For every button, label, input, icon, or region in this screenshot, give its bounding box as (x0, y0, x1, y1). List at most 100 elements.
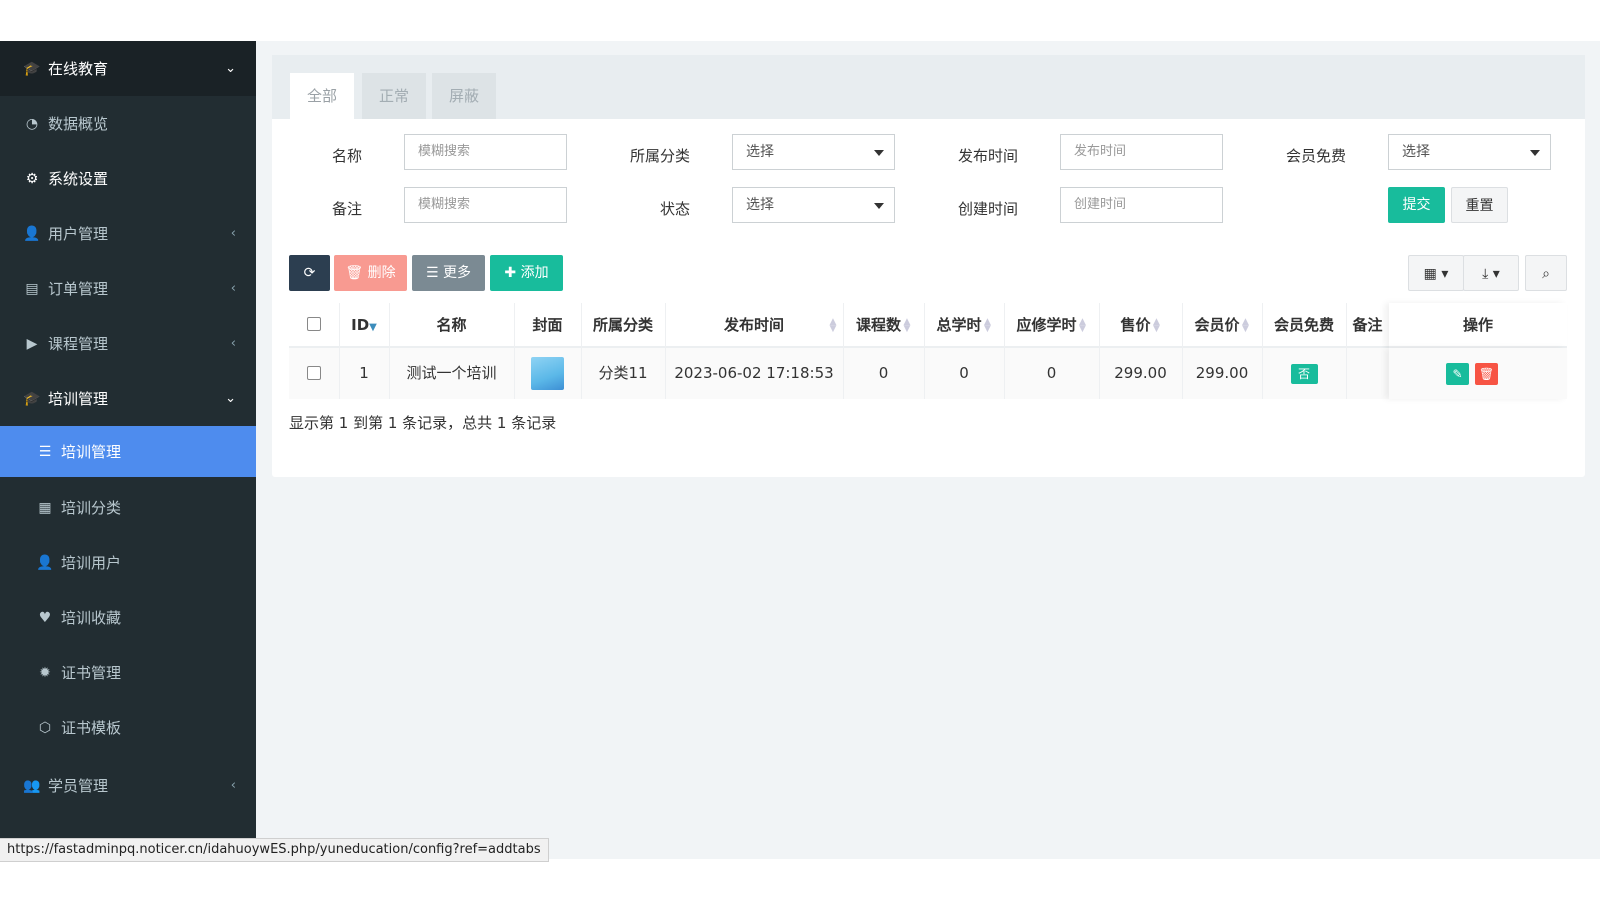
category-select[interactable]: 选择 (732, 134, 895, 170)
graduation-icon: 🎓 (23, 60, 41, 77)
submit-button[interactable]: 提交 (1388, 187, 1445, 223)
add-label: 添加 (520, 265, 549, 281)
member-free-select-value: 选择 (1402, 144, 1430, 160)
trash-icon: 🗑 (345, 265, 364, 281)
sidebar-item-course-management[interactable]: ▶ 课程管理 ‹ (0, 316, 256, 371)
reset-button[interactable]: 重置 (1451, 187, 1508, 223)
sidebar-item-training-group[interactable]: 🎓 培训管理 ⌄ (0, 371, 256, 426)
created-time-label: 创建时间 (957, 200, 1018, 218)
header-id[interactable]: ID▼ (339, 303, 389, 348)
tab-blocked[interactable]: 屏蔽 (432, 73, 497, 119)
columns-toggle-button[interactable]: ▦ ▾ (1408, 255, 1464, 291)
delete-label: 删除 (367, 265, 396, 281)
export-button[interactable]: ⤓ ▾ (1463, 255, 1519, 291)
status-select[interactable]: 选择 (732, 187, 895, 223)
search-toggle-button[interactable]: ⌕ (1525, 255, 1567, 291)
sidebar-item-label: 学员管理 (48, 777, 109, 795)
sidebar-item-order-management[interactable]: ▤ 订单管理 ‹ (0, 261, 256, 316)
chevron-down-icon: ⌄ (225, 61, 236, 76)
refresh-button[interactable]: ⟳ (289, 255, 330, 291)
plus-icon: ✚ (504, 265, 517, 281)
member-free-select[interactable]: 选择 (1388, 134, 1551, 170)
publish-time-label: 发布时间 (957, 147, 1018, 165)
sidebar-item-label: 证书模板 (61, 719, 122, 737)
select-all-checkbox[interactable] (307, 317, 321, 331)
data-table: ID▼ 名称 封面 所属分类 发布时间 ▲ ▼ 课程数 ▲ ▼ 总学时 ▲ ▼ 应修学时 ▲ ▼… (289, 303, 1567, 399)
header-required-hours[interactable]: 应修学时 ▲ ▼ (1004, 303, 1099, 348)
delete-button[interactable]: 🗑 删除 (334, 255, 407, 291)
sidebar-item-certificate-management[interactable]: ✹ 证书管理 (0, 645, 256, 700)
header-member-free: 会员免费 (1273, 316, 1334, 334)
cell-cover (514, 348, 581, 399)
dashboard-icon: ◔ (25, 115, 39, 132)
header-course-count[interactable]: 课程数 ▲ ▼ (843, 303, 924, 348)
header-price[interactable]: 售价 ▲ ▼ (1099, 303, 1182, 348)
member-free-label: 会员免费 (1285, 147, 1346, 165)
publish-time-input[interactable]: 发布时间 (1060, 134, 1223, 170)
more-label: 更多 (443, 265, 471, 281)
content-panel: 全部 正常 屏蔽 名称 模糊搜索 所属分类 选择 发布时间 发布时间 会员免费 … (272, 55, 1585, 477)
sidebar-item-label: 培训用户 (61, 554, 122, 572)
cell-course-count: 0 (878, 364, 889, 382)
member-free-badge[interactable]: 否 (1290, 364, 1318, 384)
cell-member-price: 299.00 (1195, 364, 1249, 382)
user-icon: 👤 (23, 225, 41, 242)
chevron-left-icon: ‹ (230, 336, 236, 351)
table-header: ID▼ 名称 封面 所属分类 发布时间 ▲ ▼ 课程数 ▲ ▼ 总学时 ▲ ▼ 应修学时 ▲ ▼… (289, 303, 1567, 348)
sidebar-item-label: 培训收藏 (61, 609, 122, 627)
header-label: 应修学时 (1016, 316, 1077, 334)
sidebar-item-user-management[interactable]: 👤 用户管理 ‹ (0, 206, 256, 261)
chevron-left-icon: ‹ (230, 281, 236, 296)
sidebar-item-label: 证书管理 (61, 664, 122, 682)
tab-all[interactable]: 全部 (290, 73, 355, 119)
sidebar-item-label: 培训分类 (61, 499, 122, 517)
header-publish-time[interactable]: 发布时间 ▲ ▼ (665, 303, 843, 348)
sidebar-item-label: 系统设置 (48, 170, 109, 188)
header-category: 所属分类 (592, 316, 653, 334)
sidebar-item-student-management[interactable]: 👥 学员管理 ‹ (0, 758, 256, 813)
cell-total-hours: 0 (959, 364, 969, 382)
play-circle-icon: ▶ (26, 335, 38, 352)
remark-search-input[interactable]: 模糊搜索 (404, 187, 567, 223)
chevron-left-icon: ‹ (230, 778, 236, 793)
chevron-down-icon: ⌄ (225, 391, 236, 406)
more-button[interactable]: ☰ 更多 (412, 255, 485, 291)
table-row: 1 测试一个培训 分类11 2023-06-02 17:18:53 0 0 0 … (289, 348, 1567, 399)
add-button[interactable]: ✚ 添加 (490, 255, 563, 291)
sidebar-item-label: 课程管理 (48, 335, 109, 353)
sidebar-item-training-category[interactable]: ▦ 培训分类 (0, 480, 256, 535)
sidebar-item-training-users[interactable]: 👤 培训用户 (0, 535, 256, 590)
sort-icon: ▲ ▼ (1079, 316, 1086, 334)
sidebar-item-online-education[interactable]: 🎓 在线教育 ⌄ (0, 41, 256, 96)
search-icon: ⌕ (1542, 266, 1550, 282)
cell-category: 分类11 (598, 364, 648, 382)
header-member-price[interactable]: 会员价 ▲ ▼ (1182, 303, 1262, 348)
sidebar-item-dashboard[interactable]: ◔ 数据概览 (0, 96, 256, 151)
sort-desc-icon: ▼ (369, 322, 377, 333)
tab-normal[interactable]: 正常 (362, 73, 427, 119)
header-total-hours[interactable]: 总学时 ▲ ▼ (924, 303, 1004, 348)
sidebar-item-training-management[interactable]: ☰ 培训管理 (0, 426, 256, 477)
status-select-value: 选择 (746, 197, 774, 213)
sliders-icon: ☰ (425, 265, 439, 281)
delete-row-button[interactable]: 🗑 (1475, 363, 1498, 385)
sidebar-item-label: 培训管理 (48, 390, 109, 408)
row-checkbox[interactable] (307, 366, 321, 380)
refresh-icon: ⟳ (303, 265, 316, 281)
sidebar-item-label: 在线教育 (48, 60, 109, 78)
header-label: 发布时间 (723, 316, 784, 334)
caret-down-icon (874, 150, 884, 156)
created-time-input[interactable]: 创建时间 (1060, 187, 1223, 223)
pagination-info: 显示第 1 到第 1 条记录，总共 1 条记录 (289, 414, 557, 432)
sidebar-item-certificate-template[interactable]: ⬡ 证书模板 (0, 700, 256, 755)
list-icon: ☰ (38, 443, 52, 460)
caret-down-icon (1530, 150, 1540, 156)
sidebar-item-training-favorites[interactable]: ♥ 培训收藏 (0, 590, 256, 645)
sidebar-item-system-settings[interactable]: ⚙ 系统设置 (0, 151, 256, 206)
name-search-input[interactable]: 模糊搜索 (404, 134, 567, 170)
sidebar-item-label: 用户管理 (48, 225, 109, 243)
cover-thumbnail[interactable] (531, 357, 564, 390)
cell-remark (1346, 348, 1389, 399)
header-name: 名称 (436, 316, 467, 334)
edit-button[interactable]: ✎ (1446, 363, 1469, 385)
